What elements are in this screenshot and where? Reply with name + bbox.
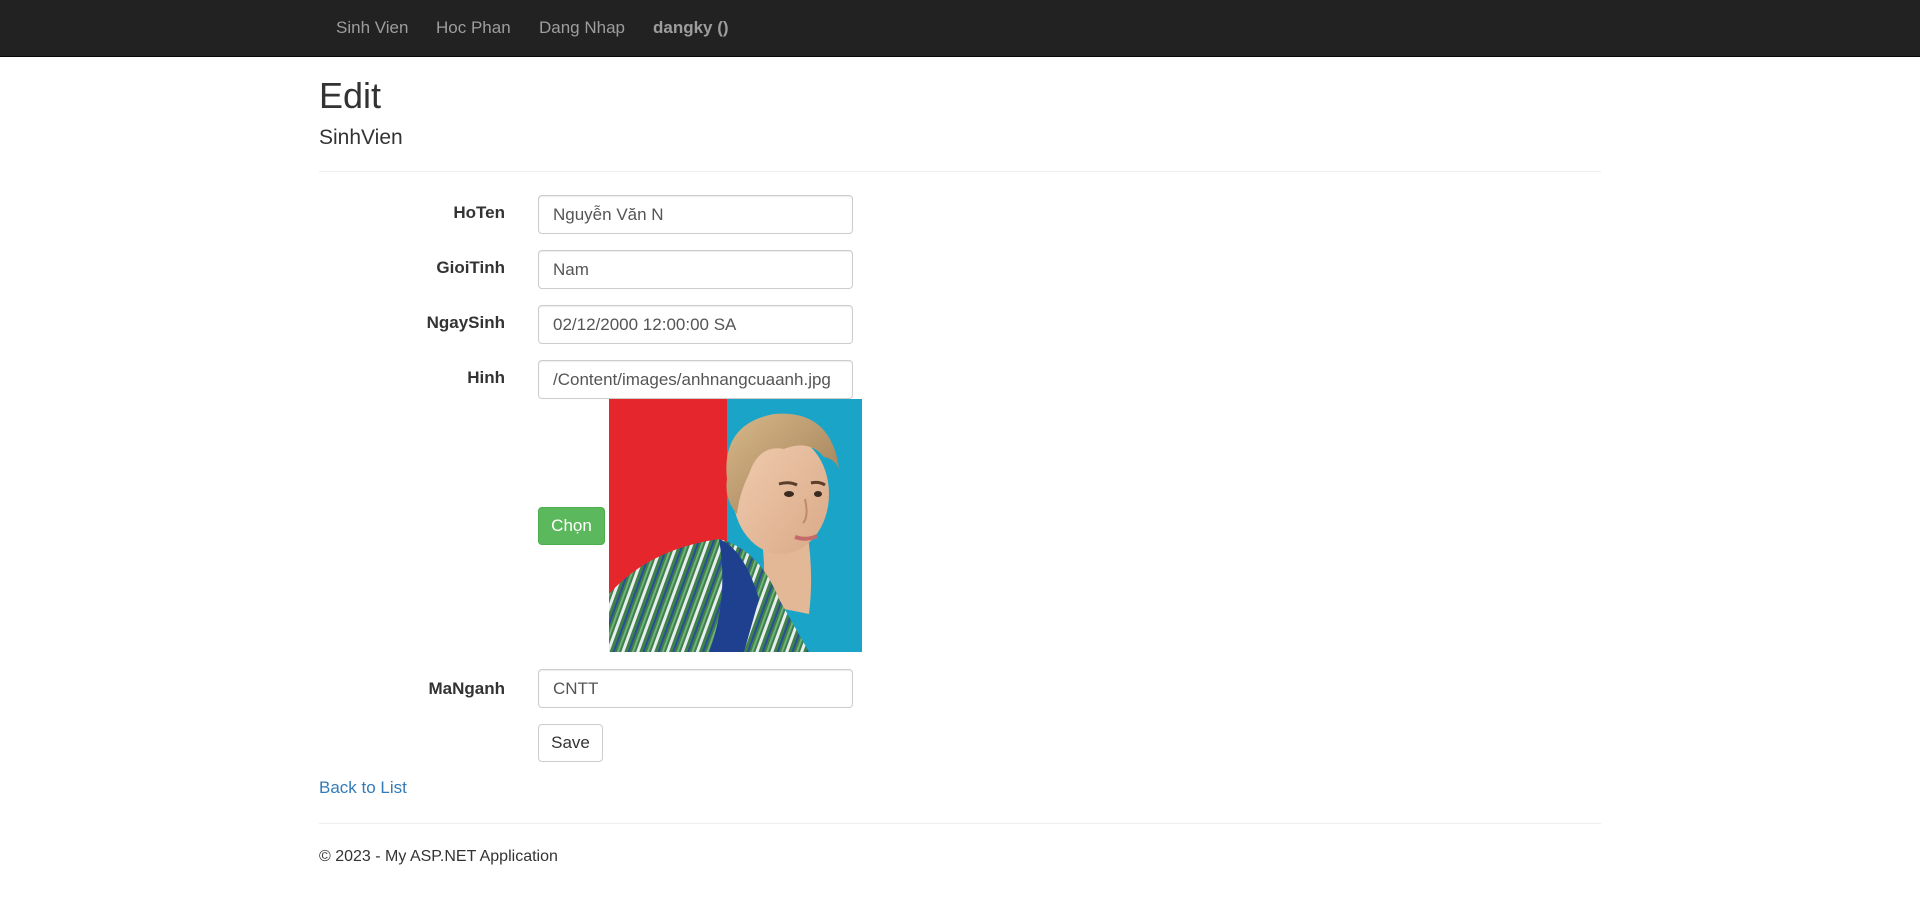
navbar: Sinh Vien Hoc Phan Dang Nhap dangky () [0, 0, 1920, 57]
footer-text: © 2023 - My ASP.NET Application [319, 848, 558, 865]
nav-item-dang-nhap[interactable]: Dang Nhap [539, 0, 625, 55]
nav-item-dangky[interactable]: dangky () [653, 0, 729, 55]
footer-divider [319, 823, 1601, 824]
ngaysinh-input[interactable]: 02/12/2000 12:00:00 SA [538, 305, 853, 344]
manganh-input[interactable]: CNTT [538, 669, 853, 708]
hinh-label: Hinh [467, 368, 505, 387]
gioitinh-input[interactable]: Nam [538, 250, 853, 289]
ngaysinh-label: NgaySinh [426, 313, 505, 332]
hinh-input[interactable]: /Content/images/anhnangcuaanh.jpg [538, 360, 853, 399]
page-subtitle: SinhVien [319, 126, 403, 149]
manganh-label: MaNganh [428, 679, 506, 698]
page-title: Edit [319, 75, 382, 116]
nav-item-hoc-phan[interactable]: Hoc Phan [436, 0, 511, 55]
gioitinh-label: GioiTinh [436, 258, 505, 277]
back-to-list-link[interactable]: Back to List [319, 778, 407, 798]
student-photo [609, 399, 862, 652]
hoten-label: HoTen [453, 203, 505, 222]
save-button[interactable]: Save [538, 724, 603, 762]
nav-item-sinh-vien[interactable]: Sinh Vien [336, 0, 408, 55]
divider [319, 171, 1601, 172]
choose-image-button[interactable]: Chọn [538, 507, 605, 545]
student-photo-image [609, 399, 862, 652]
hoten-input[interactable]: Nguyễn Văn N [538, 195, 853, 234]
